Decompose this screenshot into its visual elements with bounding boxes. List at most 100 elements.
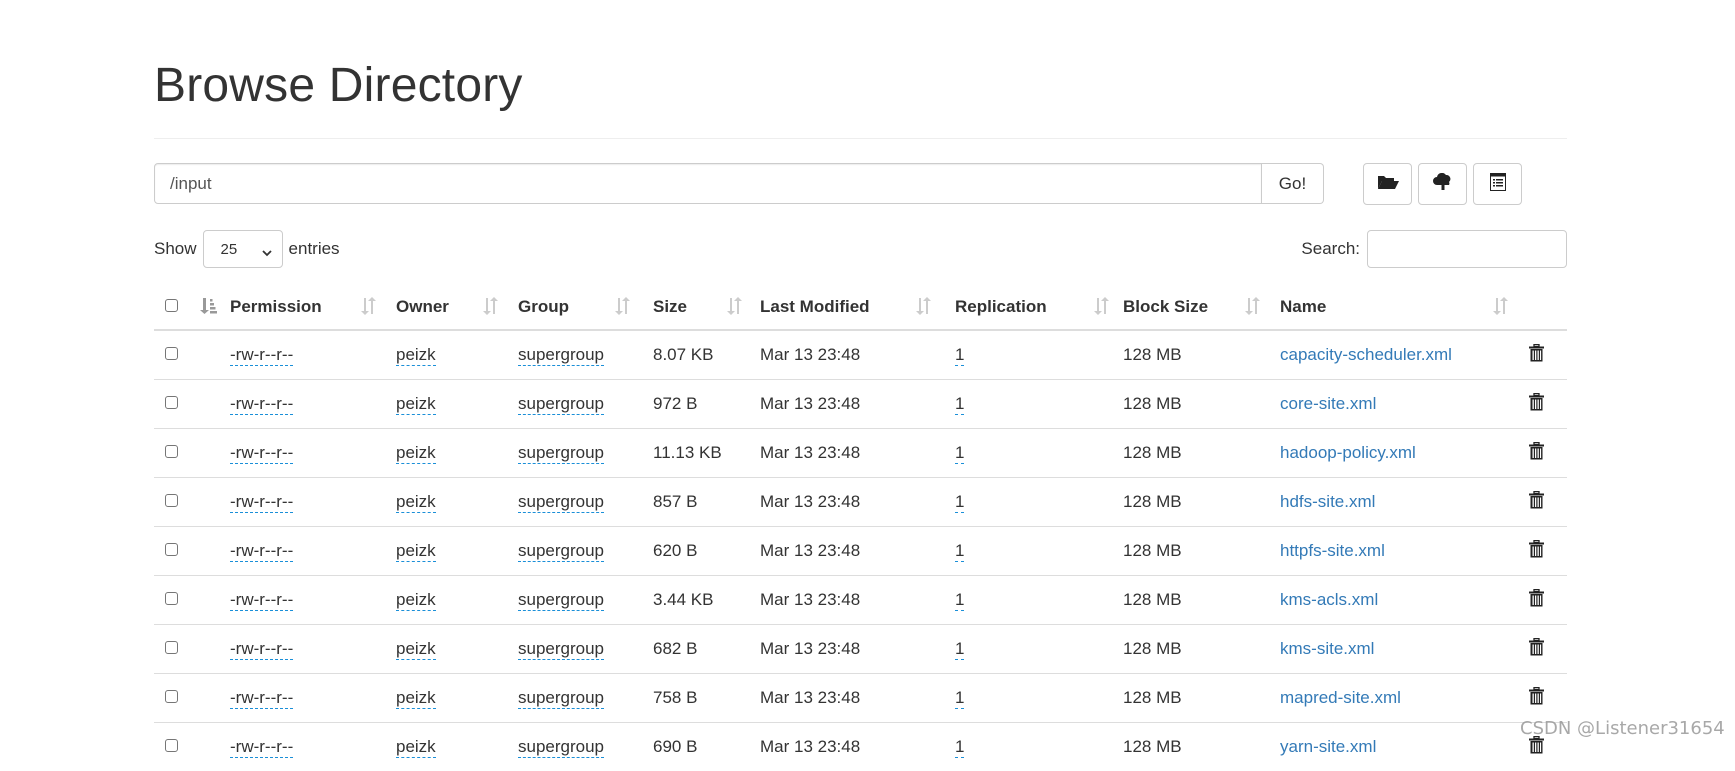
column-header-last-modified[interactable]: Last Modified: [760, 284, 955, 330]
create-directory-button[interactable]: [1363, 163, 1412, 205]
upload-button[interactable]: [1418, 163, 1467, 205]
column-header-replication[interactable]: Replication: [955, 284, 1123, 330]
replication-link[interactable]: 1: [955, 394, 964, 415]
owner-link[interactable]: peizk: [396, 639, 436, 660]
column-header-block-size[interactable]: Block Size: [1123, 284, 1280, 330]
owner-link[interactable]: peizk: [396, 590, 436, 611]
name-cell: mapred-site.xml: [1280, 674, 1515, 723]
owner-link[interactable]: peizk: [396, 737, 436, 758]
owner-link[interactable]: peizk: [396, 688, 436, 709]
delete-cell: [1515, 625, 1567, 674]
row-checkbox[interactable]: [165, 592, 178, 605]
delete-button[interactable]: [1529, 638, 1544, 661]
replication-link[interactable]: 1: [955, 590, 964, 611]
row-checkbox[interactable]: [165, 690, 178, 703]
permission-link[interactable]: -rw-r--r--: [230, 688, 293, 709]
permission-link[interactable]: -rw-r--r--: [230, 590, 293, 611]
replication-cell: 1: [955, 429, 1123, 478]
block-size-cell: 128 MB: [1123, 723, 1280, 771]
owner-link[interactable]: peizk: [396, 345, 436, 366]
replication-link[interactable]: 1: [955, 541, 964, 562]
group-link[interactable]: supergroup: [518, 541, 604, 562]
permission-link[interactable]: -rw-r--r--: [230, 639, 293, 660]
cut-paste-button[interactable]: [1473, 163, 1522, 205]
delete-cell: [1515, 380, 1567, 429]
row-checkbox[interactable]: [165, 445, 178, 458]
row-checkbox[interactable]: [165, 543, 178, 556]
delete-button[interactable]: [1529, 589, 1544, 612]
delete-button[interactable]: [1529, 687, 1544, 710]
sort-both-icon: [360, 297, 376, 320]
row-select-cell: [154, 527, 192, 576]
owner-link[interactable]: peizk: [396, 443, 436, 464]
owner-link[interactable]: peizk: [396, 492, 436, 513]
title-divider: [154, 138, 1567, 139]
file-name-link[interactable]: kms-site.xml: [1280, 639, 1374, 658]
file-name-link[interactable]: yarn-site.xml: [1280, 737, 1376, 756]
row-checkbox[interactable]: [165, 739, 178, 752]
delete-button[interactable]: [1529, 344, 1544, 367]
column-header-owner[interactable]: Owner: [396, 284, 518, 330]
row-checkbox[interactable]: [165, 494, 178, 507]
owner-link[interactable]: peizk: [396, 394, 436, 415]
replication-link[interactable]: 1: [955, 639, 964, 660]
search-input[interactable]: [1367, 230, 1567, 268]
toolbar: [1363, 163, 1522, 205]
column-header-size[interactable]: Size: [653, 284, 760, 330]
last-modified-cell: Mar 13 23:48: [760, 625, 955, 674]
file-name-link[interactable]: kms-acls.xml: [1280, 590, 1378, 609]
column-header-permission[interactable]: Permission: [230, 284, 396, 330]
sort-default-header[interactable]: [192, 284, 230, 330]
delete-button[interactable]: [1529, 393, 1544, 416]
delete-cell: [1515, 330, 1567, 380]
group-link[interactable]: supergroup: [518, 443, 604, 464]
go-button[interactable]: Go!: [1262, 163, 1324, 204]
row-checkbox[interactable]: [165, 641, 178, 654]
column-header-group[interactable]: Group: [518, 284, 653, 330]
column-header-name[interactable]: Name: [1280, 284, 1515, 330]
file-name-link[interactable]: core-site.xml: [1280, 394, 1376, 413]
file-name-link[interactable]: httpfs-site.xml: [1280, 541, 1385, 560]
group-link[interactable]: supergroup: [518, 688, 604, 709]
trash-icon: [1529, 540, 1544, 558]
group-link[interactable]: supergroup: [518, 590, 604, 611]
permission-link[interactable]: -rw-r--r--: [230, 492, 293, 513]
replication-link[interactable]: 1: [955, 443, 964, 464]
permission-link[interactable]: -rw-r--r--: [230, 737, 293, 758]
permission-cell: -rw-r--r--: [230, 429, 396, 478]
entries-label: entries: [289, 239, 340, 259]
replication-link[interactable]: 1: [955, 688, 964, 709]
size-cell: 857 B: [653, 478, 760, 527]
permission-link[interactable]: -rw-r--r--: [230, 345, 293, 366]
group-link[interactable]: supergroup: [518, 639, 604, 660]
replication-link[interactable]: 1: [955, 345, 964, 366]
table-row: -rw-r--r-- peizk supergroup 8.07 KB Mar …: [154, 330, 1567, 380]
delete-button[interactable]: [1529, 491, 1544, 514]
owner-link[interactable]: peizk: [396, 541, 436, 562]
trash-icon: [1529, 589, 1544, 607]
group-link[interactable]: supergroup: [518, 394, 604, 415]
replication-cell: 1: [955, 674, 1123, 723]
file-name-link[interactable]: hadoop-policy.xml: [1280, 443, 1416, 462]
group-link[interactable]: supergroup: [518, 492, 604, 513]
file-name-link[interactable]: capacity-scheduler.xml: [1280, 345, 1452, 364]
permission-link[interactable]: -rw-r--r--: [230, 443, 293, 464]
replication-cell: 1: [955, 478, 1123, 527]
row-select-cell: [154, 330, 192, 380]
permission-link[interactable]: -rw-r--r--: [230, 541, 293, 562]
file-name-link[interactable]: mapred-site.xml: [1280, 688, 1401, 707]
entries-per-page-select[interactable]: 25: [203, 230, 283, 268]
row-checkbox[interactable]: [165, 347, 178, 360]
file-name-link[interactable]: hdfs-site.xml: [1280, 492, 1375, 511]
group-link[interactable]: supergroup: [518, 737, 604, 758]
permission-link[interactable]: -rw-r--r--: [230, 394, 293, 415]
delete-button[interactable]: [1529, 540, 1544, 563]
delete-button[interactable]: [1529, 442, 1544, 465]
select-all-checkbox[interactable]: [165, 299, 178, 312]
entries-length-control: Show 25 entries: [154, 230, 340, 268]
replication-link[interactable]: 1: [955, 737, 964, 758]
group-link[interactable]: supergroup: [518, 345, 604, 366]
row-checkbox[interactable]: [165, 396, 178, 409]
replication-link[interactable]: 1: [955, 492, 964, 513]
directory-path-input[interactable]: [154, 163, 1262, 204]
